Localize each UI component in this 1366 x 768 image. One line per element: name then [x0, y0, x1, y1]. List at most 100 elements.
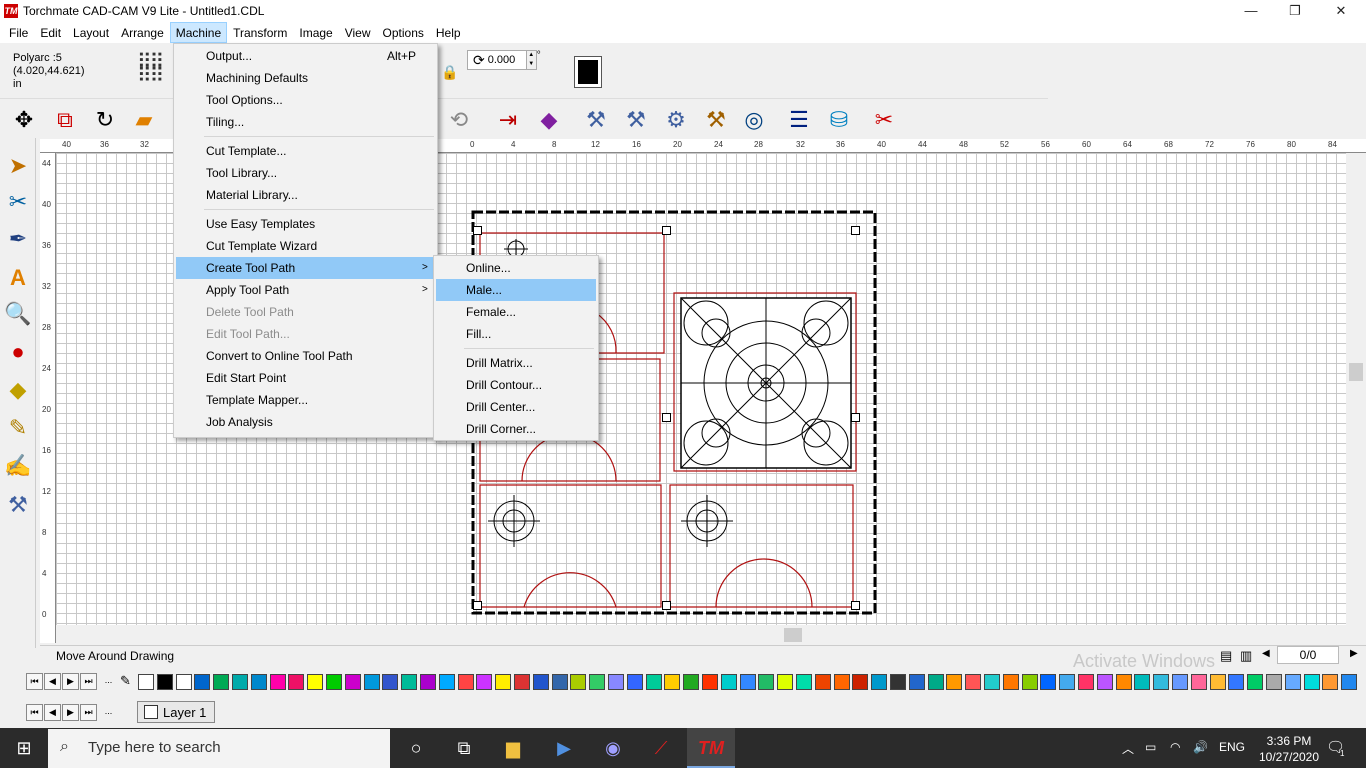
palette-swatch[interactable]: [1322, 674, 1339, 690]
submenu-item-fill[interactable]: Fill...: [436, 323, 596, 345]
palette-swatch[interactable]: [871, 674, 888, 690]
palette-swatch[interactable]: [175, 674, 192, 690]
cube-icon[interactable]: ◆: [533, 104, 565, 136]
powershell-icon[interactable]: ▶: [540, 728, 588, 768]
palette-swatch[interactable]: [814, 674, 831, 690]
palette-swatch[interactable]: [382, 674, 399, 690]
palette-swatch[interactable]: [908, 674, 925, 690]
selection-handle[interactable]: [851, 601, 860, 610]
polygon-tool-icon[interactable]: ◆: [3, 374, 33, 406]
menu-item-tool-options[interactable]: Tool Options...: [176, 89, 435, 111]
selection-handle[interactable]: [662, 601, 671, 610]
layer-prev-icon[interactable]: ◀: [44, 704, 61, 721]
layer-more-button[interactable]: ...: [100, 704, 117, 721]
palette-swatch[interactable]: [589, 674, 606, 690]
palette-swatch[interactable]: [626, 674, 643, 690]
selection-handle[interactable]: [473, 226, 482, 235]
shapes-tool-icon[interactable]: ●: [3, 336, 33, 368]
palette-swatch[interactable]: [1059, 674, 1076, 690]
menu-item-edit-start-point[interactable]: Edit Start Point: [176, 367, 435, 389]
pen-tool-icon[interactable]: ✒: [3, 223, 33, 255]
rotate-tool-icon[interactable]: ↻: [89, 104, 121, 136]
undo-path-icon[interactable]: ⟲: [443, 104, 475, 136]
palette-swatch[interactable]: [1096, 674, 1113, 690]
palette-swatch[interactable]: [1284, 674, 1301, 690]
palette-swatch[interactable]: [551, 674, 568, 690]
menu-item-job-analysis[interactable]: Job Analysis: [176, 411, 435, 433]
no-fill-icon[interactable]: ✎: [120, 673, 131, 689]
palette-swatch[interactable]: [927, 674, 944, 690]
scale-icon[interactable]: ⧉: [49, 104, 81, 136]
menu-edit[interactable]: Edit: [34, 22, 67, 43]
palette-swatch[interactable]: [739, 674, 756, 690]
lock-icon[interactable]: 🔒: [441, 64, 458, 81]
select-pointer-icon[interactable]: ➤: [3, 150, 33, 182]
submenu-item-online[interactable]: Online...: [436, 257, 596, 279]
menu-item-cut-template[interactable]: Cut Template...: [176, 140, 435, 162]
submenu-item-drill-matrix[interactable]: Drill Matrix...: [436, 352, 596, 374]
skew-icon[interactable]: ▰: [128, 104, 160, 136]
palette-swatch[interactable]: [344, 674, 361, 690]
menu-item-template-mapper[interactable]: Template Mapper...: [176, 389, 435, 411]
tool-a-icon[interactable]: ⚒: [580, 104, 612, 136]
palette-swatch[interactable]: [702, 674, 718, 690]
menu-transform[interactable]: Transform: [227, 22, 293, 43]
menu-item-cut-template-wizard[interactable]: Cut Template Wizard: [176, 235, 435, 257]
browser-icon[interactable]: ◉: [589, 728, 637, 768]
palette-swatch[interactable]: [514, 674, 530, 690]
palette-swatch[interactable]: [796, 674, 812, 690]
selection-handle[interactable]: [851, 226, 860, 235]
palette-swatch[interactable]: [1021, 674, 1038, 690]
rotation-spinner[interactable]: ▲ ▼: [526, 50, 537, 70]
palette-swatch[interactable]: [852, 674, 869, 690]
palette-swatch[interactable]: [250, 674, 267, 690]
palette-swatch[interactable]: [1209, 674, 1226, 690]
palette-swatch[interactable]: [965, 674, 982, 690]
palette-swatch[interactable]: [438, 674, 455, 690]
layers-icon[interactable]: ☰: [783, 104, 815, 136]
submenu-item-male[interactable]: Male...: [436, 279, 596, 301]
palette-swatch[interactable]: [1115, 674, 1132, 690]
menu-item-create-tool-path[interactable]: Create Tool Path >: [176, 257, 435, 279]
menu-layout[interactable]: Layout: [67, 22, 115, 43]
brush-tool-icon[interactable]: ✍: [3, 450, 33, 482]
target-icon[interactable]: ◎: [738, 104, 770, 136]
node-edit-icon[interactable]: ✂: [3, 186, 33, 218]
submenu-item-female[interactable]: Female...: [436, 301, 596, 323]
palette-swatch[interactable]: [664, 674, 681, 690]
minimize-button[interactable]: —: [1228, 0, 1274, 22]
palette-swatch[interactable]: [420, 674, 436, 690]
palette-swatch[interactable]: [138, 674, 154, 690]
palette-swatch[interactable]: [984, 674, 1000, 690]
vertical-scroll-thumb[interactable]: [1349, 363, 1363, 381]
language-indicator[interactable]: ENG: [1219, 740, 1245, 754]
palette-first-icon[interactable]: ⏮: [26, 673, 43, 690]
menu-item-apply-tool-path[interactable]: Apply Tool Path >: [176, 279, 435, 301]
palette-swatch[interactable]: [683, 674, 700, 690]
palette-swatch[interactable]: [1303, 674, 1320, 690]
file-explorer-icon[interactable]: ▆: [489, 728, 537, 768]
palette-swatch[interactable]: [1172, 674, 1188, 690]
layer-tab[interactable]: Layer 1: [137, 701, 215, 723]
menu-item-use-easy-templates[interactable]: Use Easy Templates: [176, 213, 435, 235]
palette-swatch[interactable]: [495, 674, 512, 690]
menu-item-tool-library[interactable]: Tool Library...: [176, 162, 435, 184]
palette-swatch[interactable]: [232, 674, 248, 690]
palette-next-icon[interactable]: ▶: [62, 673, 79, 690]
import-icon[interactable]: ⇥: [492, 104, 524, 136]
palette-swatch[interactable]: [833, 674, 850, 690]
horizontal-scroll-thumb[interactable]: [784, 628, 802, 642]
selection-handle[interactable]: [473, 601, 482, 610]
palette-swatch[interactable]: [1002, 674, 1019, 690]
wifi-icon[interactable]: ◠: [1170, 740, 1180, 754]
palette-last-icon[interactable]: ⏭: [80, 673, 97, 690]
palette-swatch[interactable]: [758, 674, 775, 690]
page-prev-icon[interactable]: ◀: [1262, 648, 1270, 659]
menu-item-material-library[interactable]: Material Library...: [176, 184, 435, 206]
menu-item-convert-online-tool-path[interactable]: Convert to Online Tool Path: [176, 345, 435, 367]
layer-last-icon[interactable]: ⏭: [80, 704, 97, 721]
palette-swatch[interactable]: [194, 674, 211, 690]
tool-d-icon[interactable]: ⚒: [700, 104, 732, 136]
palette-swatch[interactable]: [1134, 674, 1151, 690]
palette-more-button[interactable]: ...: [100, 673, 117, 690]
